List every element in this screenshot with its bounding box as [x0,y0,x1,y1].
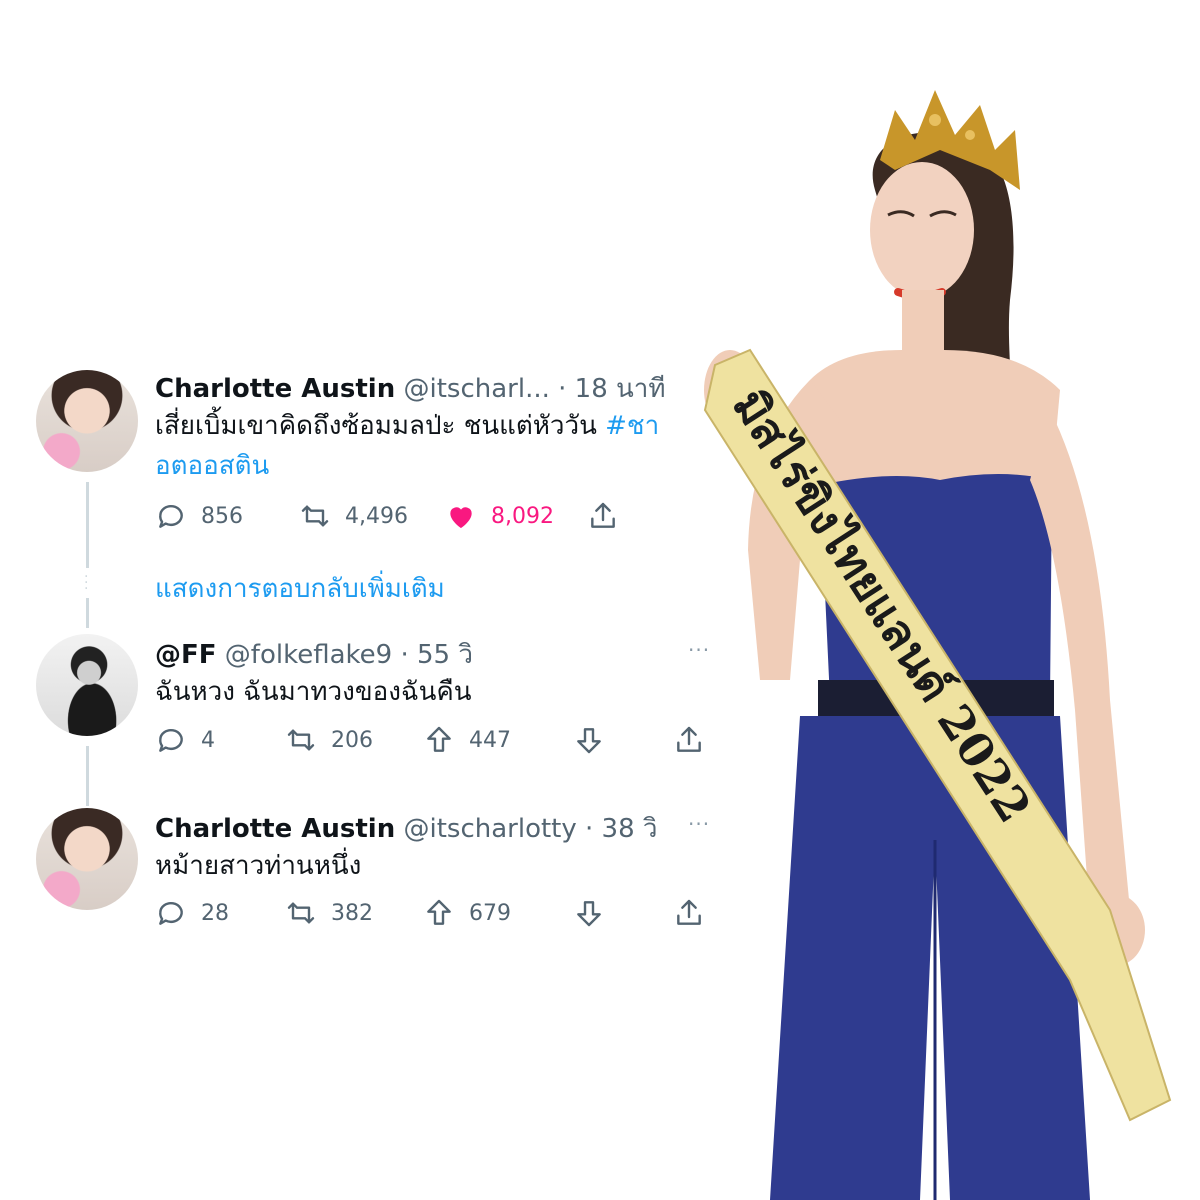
thread-line [86,746,89,806]
thread-line [86,598,89,628]
display-name[interactable]: Charlotte Austin [155,814,395,844]
pageant-photo: มิสไร่ขิงไทยแลนด์ 2022 [690,80,1200,1200]
reply-button[interactable]: 856 [155,496,243,536]
handle[interactable]: @itscharl... [404,374,550,404]
reply-icon [159,902,183,925]
reply-count: 4 [201,727,215,753]
upvote-count: 679 [469,900,511,926]
timestamp[interactable]: · 18 นาที [558,374,665,404]
display-name[interactable]: @FF [155,640,217,670]
retweet-count: 206 [331,727,373,753]
retweet-count: 4,496 [345,503,408,529]
reply-button[interactable]: 28 [155,893,229,933]
arrow-up-icon [427,899,451,925]
retweet-button[interactable]: 206 [285,720,373,760]
upvote-button[interactable]: 447 [423,720,511,760]
timestamp[interactable]: · 55 วิ [400,640,472,670]
retweet-icon [287,729,315,751]
retweet-button[interactable]: 382 [285,893,373,933]
thread-line [86,482,89,568]
retweet-icon [287,902,315,924]
tweet-text: เสี่ยเบิ้มเขาคิดถึงซ้อมมลป่ะ ชนแต่หัววัน… [155,406,659,486]
upvote-button[interactable]: 679 [423,893,511,933]
timestamp[interactable]: · 38 วิ [585,814,657,844]
handle[interactable]: @itscharlotty [404,814,577,844]
share-icon [591,502,615,528]
share-button[interactable] [587,496,619,536]
reply-count: 28 [201,900,229,926]
handle[interactable]: @folkeflake9 [225,640,392,670]
display-name[interactable]: Charlotte Austin [155,374,395,404]
tweet-header: Charlotte Austin @itscharl... · 18 นาที [155,368,666,409]
reply-icon [159,505,183,528]
tweet-text: หม้ายสาวท่านหนึ่ง [155,851,362,881]
retweet-icon [301,505,329,527]
downvote-button[interactable] [573,893,605,933]
arrow-down-icon [577,728,601,754]
retweet-count: 382 [331,900,373,926]
like-count: 8,092 [491,503,554,529]
retweet-button[interactable]: 4,496 [299,496,408,536]
like-button[interactable]: 8,092 [445,496,554,536]
tweet-header: @FF @folkeflake9 · 55 วิ [155,634,473,675]
downvote-button[interactable] [573,720,605,760]
avatar[interactable] [36,808,138,910]
avatar[interactable] [36,370,138,472]
tweet-text: ฉันหวง ฉันมาทวงของฉันคืน [155,677,472,707]
reply-button[interactable]: 4 [155,720,215,760]
arrow-up-icon [427,726,451,752]
tweet-actions: 4 206 447 [155,720,715,760]
reply-count: 856 [201,503,243,529]
avatar[interactable] [36,634,138,736]
upvote-count: 447 [469,727,511,753]
arrow-down-icon [577,901,601,927]
hashtag-link[interactable]: #ชา [605,411,659,441]
show-more-replies-link[interactable]: แสดงการตอบกลับเพิ่มเติม [155,568,445,609]
tweet-actions: 28 382 679 [155,893,715,933]
tweet-header: Charlotte Austin @itscharlotty · 38 วิ [155,808,658,849]
thread-dots: · · · [84,569,89,597]
hashtag-link-continued[interactable]: อตออสติน [155,451,269,481]
tweet-actions: 856 4,496 8,092 [155,496,715,536]
tweet-text-line: เสี่ยเบิ้มเขาคิดถึงซ้อมมลป่ะ ชนแต่หัววัน [155,411,597,441]
heart-filled-icon [450,507,472,528]
reply-icon [159,729,183,752]
